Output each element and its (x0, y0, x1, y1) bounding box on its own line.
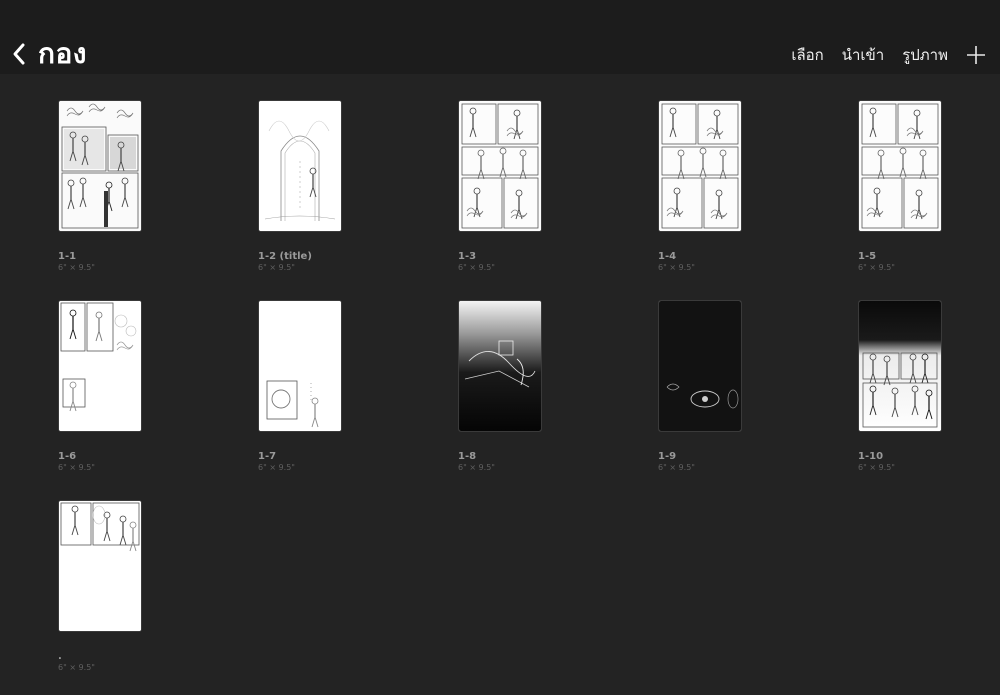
artwork-name: 1-4 (658, 251, 677, 262)
import-button[interactable]: นำเข้า (842, 42, 884, 68)
artwork-card[interactable]: 1-10 6" × 9.5" (858, 300, 942, 473)
artwork-preview-image (659, 101, 741, 231)
artwork-thumbnail[interactable] (58, 100, 142, 232)
artwork-thumbnail[interactable] (258, 300, 342, 432)
artwork-name: 1-9 (658, 451, 677, 462)
photo-button[interactable]: รูปภาพ (902, 42, 948, 68)
artwork-card[interactable]: 1-6 6" × 9.5" (58, 300, 142, 473)
gallery-title: กอง (38, 37, 87, 70)
artwork-dimensions: 6" × 9.5" (258, 463, 295, 472)
artwork-name: 1-2 (title) (258, 251, 312, 262)
select-button[interactable]: เลือก (791, 42, 823, 68)
artwork-name: 1-6 (58, 451, 77, 462)
artwork-name: . (58, 651, 62, 662)
artwork-name: 1-3 (458, 251, 477, 262)
artwork-preview-image (659, 301, 741, 431)
artwork-dimensions: 6" × 9.5" (658, 263, 695, 272)
artwork-thumbnail[interactable] (658, 100, 742, 232)
artwork-dimensions: 6" × 9.5" (858, 463, 895, 472)
chevron-left-icon (13, 43, 25, 65)
artwork-preview-image (259, 301, 341, 431)
artwork-dimensions: 6" × 9.5" (458, 263, 495, 272)
artwork-preview-image (459, 301, 541, 431)
artwork-card[interactable]: 1-5 6" × 9.5" (858, 100, 942, 273)
artwork-thumbnail[interactable] (458, 100, 542, 232)
artwork-card[interactable]: 1-4 6" × 9.5" (658, 100, 742, 273)
artwork-preview-image (59, 301, 141, 431)
artwork-card[interactable]: . 6" × 9.5" (58, 500, 142, 673)
artwork-dimensions: 6" × 9.5" (58, 663, 95, 672)
artwork-preview-image (459, 101, 541, 231)
artwork-name: 1-10 (858, 451, 884, 462)
artwork-thumbnail[interactable] (858, 100, 942, 232)
artwork-name: 1-7 (258, 451, 277, 462)
artwork-name: 1-8 (458, 451, 477, 462)
artwork-card[interactable]: 1-3 6" × 9.5" (458, 100, 542, 273)
artwork-dimensions: 6" × 9.5" (658, 463, 695, 472)
artwork-card[interactable]: 1-9 6" × 9.5" (658, 300, 742, 473)
navigation-bar: กอง เลือก นำเข้า รูปภาพ (0, 0, 1000, 74)
artwork-preview-image (259, 101, 341, 231)
toolbar-actions: เลือก นำเข้า รูปภาพ (791, 42, 986, 68)
artwork-thumbnail[interactable] (858, 300, 942, 432)
artwork-name: 1-5 (858, 251, 877, 262)
artwork-thumbnail[interactable] (258, 100, 342, 232)
artwork-preview-image (859, 101, 941, 231)
artwork-card[interactable]: 1-8 6" × 9.5" (458, 300, 542, 473)
artwork-dimensions: 6" × 9.5" (858, 263, 895, 272)
artwork-thumbnail[interactable] (658, 300, 742, 432)
artwork-thumbnail[interactable] (58, 500, 142, 632)
plus-icon[interactable] (966, 45, 986, 65)
artwork-card[interactable]: 1-2 (title) 6" × 9.5" (258, 100, 342, 273)
artwork-dimensions: 6" × 9.5" (258, 263, 295, 272)
artwork-card[interactable]: 1-7 6" × 9.5" (258, 300, 342, 473)
artwork-dimensions: 6" × 9.5" (458, 463, 495, 472)
artwork-name: 1-1 (58, 251, 77, 262)
artwork-preview-image (59, 501, 141, 631)
artwork-thumbnail[interactable] (458, 300, 542, 432)
artwork-dimensions: 6" × 9.5" (58, 463, 95, 472)
artwork-preview-image (59, 101, 141, 231)
back-button[interactable]: กอง (12, 36, 92, 72)
artwork-preview-image (859, 301, 941, 431)
artwork-card[interactable]: 1-1 6" × 9.5" (58, 100, 142, 273)
artwork-dimensions: 6" × 9.5" (58, 263, 95, 272)
artwork-thumbnail[interactable] (58, 300, 142, 432)
